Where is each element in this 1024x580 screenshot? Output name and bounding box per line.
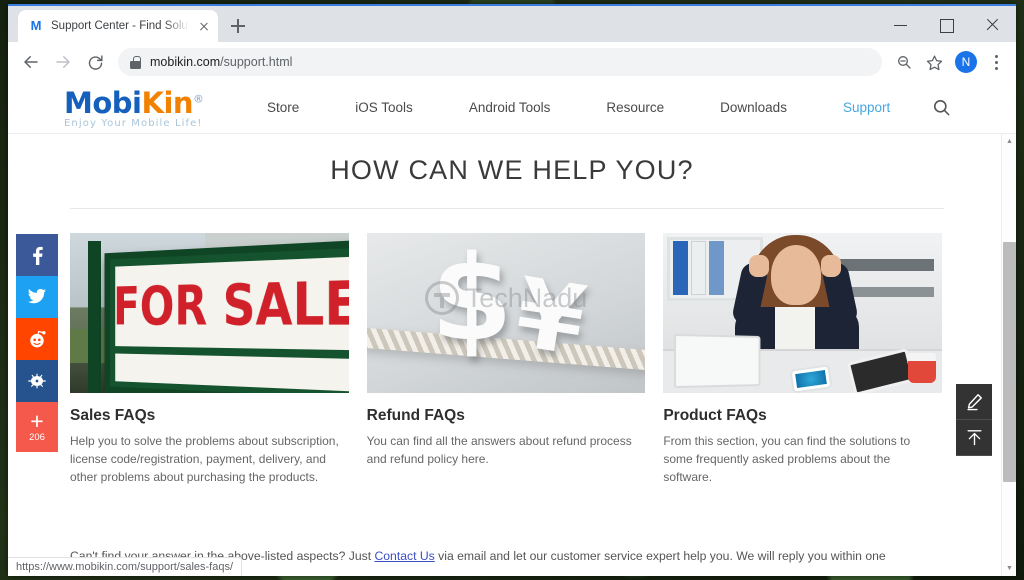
- social-share-bar: + 206: [16, 234, 58, 452]
- profile-avatar[interactable]: N: [955, 51, 977, 73]
- currency-rope-image[interactable]: $ ¥ TechNadu: [366, 233, 646, 393]
- zoom-search-icon[interactable]: [890, 48, 918, 76]
- cup-shape: [908, 353, 937, 383]
- card-desc-refund: You can find all the answers about refun…: [366, 434, 632, 466]
- page-title: HOW CAN WE HELP YOU?: [330, 155, 694, 185]
- sign-frame-shape: FOR SALE: [104, 239, 349, 393]
- bookmark-star-icon[interactable]: [920, 48, 948, 76]
- nav-item-android-tools[interactable]: Android Tools: [441, 100, 579, 115]
- browser-toolbar: mobikin.com/support.html N: [8, 42, 1016, 82]
- frustrated-woman-image[interactable]: [663, 233, 943, 393]
- scroll-up-arrow-icon[interactable]: ▲: [1002, 134, 1016, 149]
- back-to-top-button[interactable]: [956, 420, 992, 456]
- technadu-watermark: TechNadu: [367, 281, 646, 315]
- window-controls: [878, 6, 1016, 44]
- hand-shape: [749, 255, 770, 277]
- nav-item-resource[interactable]: Resource: [578, 100, 692, 115]
- scroll-down-arrow-icon[interactable]: ▼: [1002, 561, 1016, 576]
- faq-card-sales[interactable]: FOR SALE Sales FAQs Help you to solve th…: [70, 233, 349, 486]
- hand-shape: [821, 255, 842, 277]
- close-window-button[interactable]: [970, 9, 1016, 41]
- scrollbar-thumb[interactable]: [1003, 242, 1016, 482]
- laptop-shape: [674, 333, 761, 389]
- technadu-logo-icon: [424, 281, 459, 315]
- nav-item-support[interactable]: Support: [815, 100, 918, 115]
- twitter-share-button[interactable]: [16, 276, 58, 318]
- card-desc-product: From this section, you can find the solu…: [663, 434, 911, 484]
- mobikin-logo[interactable]: MobiKin® Enjoy Your Mobile Life!: [64, 87, 239, 129]
- main-navigation: Store iOS Tools Android Tools Resource D…: [239, 98, 1016, 117]
- sign-text: FOR SALE: [113, 267, 349, 340]
- binder-shape: [673, 241, 689, 295]
- share-count: 206: [29, 432, 45, 443]
- faq-card-grid: FOR SALE Sales FAQs Help you to solve th…: [8, 209, 1016, 486]
- maximize-button[interactable]: [924, 9, 970, 41]
- binder-shape: [691, 241, 707, 295]
- technadu-watermark-text: TechNadu: [465, 282, 588, 313]
- edit-pencil-button[interactable]: [956, 384, 992, 420]
- address-bar-url: mobikin.com/support.html: [150, 55, 293, 69]
- logo-tagline: Enjoy Your Mobile Life!: [64, 117, 203, 129]
- card-title-sales[interactable]: Sales FAQs: [70, 407, 349, 425]
- faq-card-product[interactable]: Product FAQs From this section, you can …: [663, 233, 943, 486]
- card-title-product[interactable]: Product FAQs: [663, 407, 942, 425]
- sign-panel: FOR SALE: [113, 256, 349, 351]
- m-favicon-icon: M: [30, 18, 42, 33]
- contact-note-after: via email and let our customer service e…: [434, 549, 886, 564]
- plus-icon: +: [30, 408, 44, 434]
- reddit-share-button[interactable]: [16, 318, 58, 360]
- card-desc-sales: Help you to solve the problems about sub…: [70, 434, 339, 484]
- smartphone-shape: [789, 364, 833, 393]
- site-header: MobiKin® Enjoy Your Mobile Life! Store i…: [8, 82, 1016, 134]
- browser-window: M Support Center - Find Solutions t mobi…: [8, 4, 1016, 576]
- mix-share-button[interactable]: [16, 360, 58, 402]
- logo-mobi-text: Mobi: [64, 85, 142, 120]
- nav-item-ios-tools[interactable]: iOS Tools: [327, 100, 441, 115]
- page-viewport: MobiKin® Enjoy Your Mobile Life! Store i…: [8, 82, 1016, 576]
- registered-mark: ®: [193, 91, 204, 105]
- card-title-refund[interactable]: Refund FAQs: [367, 407, 646, 425]
- share-more-button[interactable]: + 206: [16, 402, 58, 452]
- reload-icon[interactable]: [80, 47, 110, 77]
- nav-item-store[interactable]: Store: [239, 100, 327, 115]
- for-sale-sign-image[interactable]: FOR SALE: [70, 233, 349, 393]
- nav-item-downloads[interactable]: Downloads: [692, 100, 815, 115]
- floating-tools: [956, 384, 992, 456]
- logo-wordmark: MobiKin®: [64, 85, 239, 120]
- status-bar: https://www.mobikin.com/support/sales-fa…: [8, 557, 243, 576]
- search-icon[interactable]: [932, 98, 951, 117]
- close-tab-icon[interactable]: [196, 18, 212, 34]
- face-shape: [771, 245, 822, 305]
- lock-icon: [130, 55, 141, 69]
- page-scrollbar[interactable]: ▲ ▼: [1001, 134, 1016, 576]
- sign-post-shape: [88, 241, 101, 393]
- faq-card-refund[interactable]: $ ¥ TechNadu Refund FAQs You can find al…: [366, 233, 646, 486]
- binder-shape: [709, 241, 725, 295]
- page-body: HOW CAN WE HELP YOU? FOR SALE Sales FAQs…: [8, 134, 1016, 576]
- facebook-share-button[interactable]: [16, 234, 58, 276]
- sign-panel-lower: [115, 353, 349, 392]
- new-tab-button[interactable]: [224, 12, 252, 40]
- tab-strip: M Support Center - Find Solutions t: [8, 4, 1016, 42]
- contact-us-link[interactable]: Contact Us: [374, 549, 434, 563]
- forward-arrow-icon[interactable]: [48, 47, 78, 77]
- address-bar[interactable]: mobikin.com/support.html: [118, 48, 882, 76]
- browser-tab[interactable]: M Support Center - Find Solutions t: [18, 10, 218, 42]
- minimize-button[interactable]: [878, 9, 924, 41]
- tab-title: Support Center - Find Solutions t: [51, 20, 189, 32]
- logo-kin-text: Kin: [141, 85, 194, 120]
- three-dot-menu-icon[interactable]: [984, 48, 1008, 76]
- back-arrow-icon[interactable]: [16, 47, 46, 77]
